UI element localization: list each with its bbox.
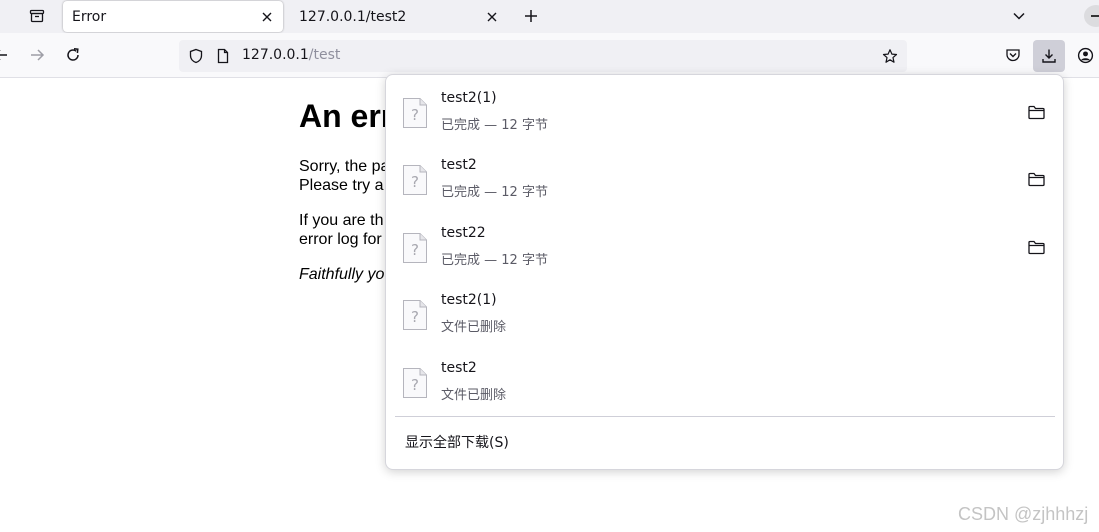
watermark: CSDN @zjhhhzj	[958, 504, 1089, 524]
svg-text:?: ?	[411, 308, 419, 326]
svg-text:?: ?	[411, 376, 419, 394]
show-in-folder-button[interactable]	[1026, 170, 1046, 188]
downloads-panel: ? test2(1) 已完成 — 12 字节 ? test2 已完成 — 12 …	[385, 74, 1064, 470]
panel-divider	[395, 416, 1055, 417]
download-name: test22	[441, 225, 486, 241]
download-status: 已完成 — 12 字节	[441, 185, 548, 200]
url-text[interactable]: 127.0.0.1/test	[242, 47, 340, 63]
paragraph-1: Sorry, the pa Please try a	[299, 157, 389, 195]
bookmark-star-icon[interactable]	[882, 48, 898, 64]
forward-button[interactable]	[24, 42, 50, 68]
tab-close-button[interactable]	[259, 9, 275, 25]
download-name: test2(1)	[441, 292, 497, 308]
svg-text:?: ?	[411, 173, 419, 191]
download-status: 已完成 — 12 字节	[441, 118, 548, 133]
unknown-file-icon: ?	[403, 98, 427, 128]
account-button[interactable]	[1072, 42, 1098, 68]
unknown-file-icon: ?	[403, 368, 427, 398]
download-item[interactable]: ? test2(1) 文件已删除	[386, 277, 1063, 344]
downloads-button[interactable]	[1033, 40, 1065, 72]
navigation-toolbar: 127.0.0.1/test	[0, 33, 1099, 78]
download-status: 文件已删除	[441, 388, 507, 403]
download-name: test2(1)	[441, 90, 497, 106]
paragraph-1-line-2: Please try a	[299, 177, 384, 194]
address-bar[interactable]: 127.0.0.1/test	[179, 40, 907, 72]
folder-icon	[1027, 105, 1045, 119]
folder-icon	[1027, 240, 1045, 254]
svg-text:?: ?	[411, 106, 419, 124]
tab-close-button[interactable]	[484, 9, 500, 25]
pocket-icon	[1006, 49, 1020, 62]
back-button[interactable]	[0, 42, 14, 68]
download-status: 已完成 — 12 字节	[441, 253, 548, 268]
signature: Faithfully yo	[299, 266, 385, 283]
paragraph-2-line-1: If you are th	[299, 212, 384, 229]
close-icon	[487, 12, 497, 21]
download-icon	[1042, 49, 1056, 63]
forward-icon	[31, 49, 45, 61]
paragraph-2: If you are th error log for	[299, 211, 384, 249]
chevron-down-icon	[1013, 12, 1025, 20]
folder-icon	[1027, 172, 1045, 186]
show-in-folder-button[interactable]	[1026, 238, 1046, 256]
url-path: /test	[308, 47, 341, 63]
tab-error[interactable]: Error	[63, 1, 283, 32]
new-tab-button[interactable]	[518, 4, 544, 28]
shield-icon[interactable]	[188, 48, 204, 64]
download-item[interactable]: ? test22 已完成 — 12 字节	[386, 210, 1063, 277]
pocket-button[interactable]	[1000, 42, 1026, 68]
tab-label: Error	[72, 8, 107, 25]
paragraph-2-line-2: error log for	[299, 231, 382, 248]
download-name: test2	[441, 157, 477, 173]
tab-label: 127.0.0.1/test2	[299, 8, 407, 25]
download-item[interactable]: ? test2 已完成 — 12 字节	[386, 142, 1063, 209]
download-name: test2	[441, 360, 477, 376]
url-host: 127.0.0.1	[242, 47, 309, 63]
reload-button[interactable]	[60, 42, 86, 68]
reload-icon	[67, 48, 79, 61]
page-icon[interactable]	[215, 48, 231, 64]
minimize-window-button[interactable]	[1084, 5, 1099, 27]
tab-list-button[interactable]	[24, 4, 50, 28]
tab-list-icon	[29, 9, 45, 23]
download-status: 文件已删除	[441, 320, 507, 335]
tab-test2[interactable]: 127.0.0.1/test2	[290, 0, 508, 33]
unknown-file-icon: ?	[403, 300, 427, 330]
close-icon	[262, 12, 272, 21]
tab-strip: Error 127.0.0.1/test2	[0, 0, 1099, 33]
download-item[interactable]: ? test2(1) 已完成 — 12 字节	[386, 75, 1063, 142]
paragraph-1-line-1: Sorry, the pa	[299, 158, 390, 175]
page-heading: An err	[299, 98, 394, 134]
show-all-downloads-button[interactable]: 显示全部下载(S)	[405, 432, 509, 452]
show-in-folder-button[interactable]	[1026, 103, 1046, 121]
list-all-tabs-button[interactable]	[1006, 4, 1032, 28]
back-icon	[0, 50, 7, 60]
svg-text:?: ?	[411, 241, 419, 259]
unknown-file-icon: ?	[403, 233, 427, 263]
unknown-file-icon: ?	[403, 165, 427, 195]
plus-icon	[525, 10, 537, 22]
account-icon	[1077, 47, 1093, 63]
download-item[interactable]: ? test2 文件已删除	[386, 345, 1063, 412]
